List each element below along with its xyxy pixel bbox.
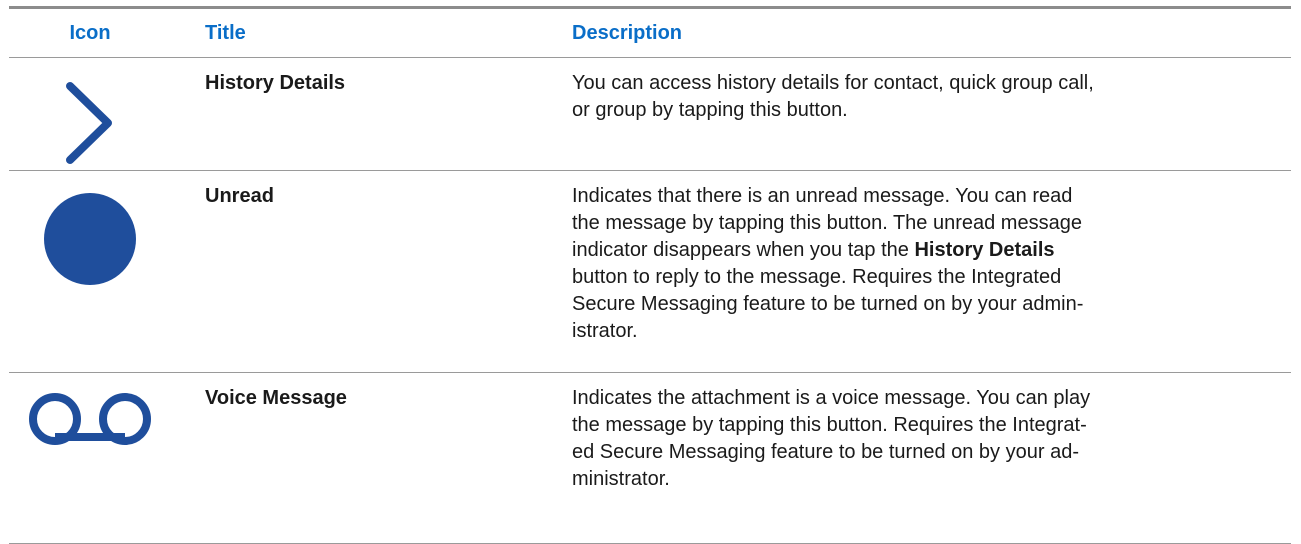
chevron-right-icon [60,80,120,166]
header-icon: Icon [69,21,111,44]
row-description: Indicates that there is an unread messag… [572,185,1084,342]
row-title: History Details [205,72,346,94]
table-row: History Details You can access history d… [9,58,1291,170]
voicemail-icon [25,391,155,447]
table-row: Voice Message Indicates the attachment i… [9,373,1291,543]
history-details-reference: History Details [914,239,1055,261]
icon-cell [9,171,171,287]
row-title: Unread [205,185,274,207]
table-header-row: Icon Title Description [9,9,1291,57]
row-description: Indicates the attachment is a voice mess… [572,387,1091,490]
row-description: You can access history details for conta… [572,72,1094,121]
filled-circle-icon [42,191,138,287]
icon-reference-table: Icon Title Description History Details Y… [9,6,1291,544]
table-row: Unread Indicates that there is an unread… [9,171,1291,372]
icon-cell [9,373,171,447]
icon-cell [9,58,171,166]
header-description: Description [572,21,683,44]
header-title: Title [205,21,246,44]
row-title: Voice Message [205,387,347,409]
